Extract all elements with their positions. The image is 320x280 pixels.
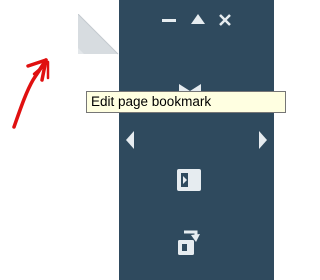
tooltip: Edit page bookmark <box>86 91 286 113</box>
triangle-up-icon[interactable] <box>188 10 208 30</box>
window-controls <box>119 0 274 40</box>
page-bookmark-corner[interactable] <box>78 14 122 58</box>
side-toolbar-panel <box>119 0 274 280</box>
open-book-icon[interactable] <box>174 165 204 195</box>
red-arrow-annotation <box>12 58 50 129</box>
chevron-right-icon[interactable] <box>256 128 270 152</box>
chevron-left-icon[interactable] <box>123 128 137 152</box>
rotate-page-icon[interactable] <box>174 228 204 258</box>
close-x-icon[interactable] <box>215 10 235 30</box>
minimize-icon[interactable] <box>159 10 179 30</box>
